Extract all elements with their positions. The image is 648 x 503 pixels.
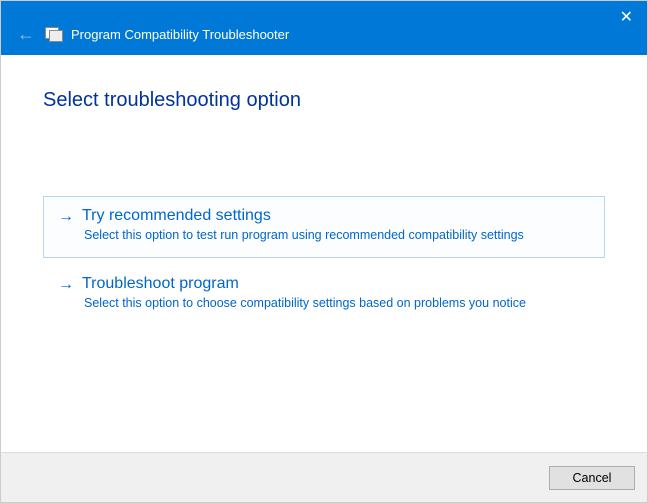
option-description: Select this option to choose compatibili… <box>58 295 590 313</box>
page-heading: Select troubleshooting option <box>43 89 605 112</box>
option-description: Select this option to test run program u… <box>58 227 590 245</box>
app-icon <box>45 26 61 42</box>
cancel-button[interactable]: Cancel <box>549 466 635 490</box>
troubleshooter-window: ✕ ← Program Compatibility Troubleshooter… <box>0 0 648 503</box>
arrow-right-icon: → <box>58 208 74 226</box>
option-title: Troubleshoot program <box>82 275 239 293</box>
window-title: Program Compatibility Troubleshooter <box>71 27 289 42</box>
option-header: → Try recommended settings <box>58 207 590 225</box>
footer-bar: Cancel <box>1 452 647 502</box>
option-title: Try recommended settings <box>82 207 271 225</box>
titlebar: ✕ ← Program Compatibility Troubleshooter <box>1 1 647 55</box>
option-try-recommended[interactable]: → Try recommended settings Select this o… <box>43 196 605 258</box>
option-header: → Troubleshoot program <box>58 275 590 293</box>
arrow-right-icon: → <box>58 276 74 294</box>
content-area: Select troubleshooting option → Try reco… <box>1 55 647 452</box>
title-row: ← Program Compatibility Troubleshooter <box>17 25 289 43</box>
option-troubleshoot-program[interactable]: → Troubleshoot program Select this optio… <box>43 264 605 326</box>
close-icon[interactable]: ✕ <box>620 7 633 27</box>
back-arrow-icon[interactable]: ← <box>17 25 35 43</box>
